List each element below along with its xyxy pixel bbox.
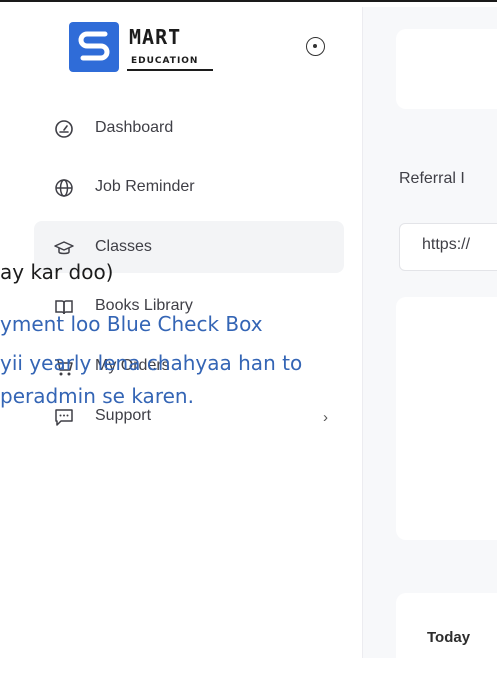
logo-mark	[69, 22, 119, 72]
chevron-right-icon: ›	[323, 409, 328, 426]
sidebar-item-label: Support	[95, 407, 152, 424]
overlay-note-line-2: yment loo Blue Check Box	[0, 312, 263, 336]
graduation-cap-icon	[54, 241, 74, 255]
sidebar-item-label: Classes	[95, 238, 152, 255]
brand-underline	[127, 69, 213, 71]
overlay-note-line-1: ay kar doo)	[0, 260, 114, 284]
brand-name: MART	[129, 25, 182, 49]
sidebar-item-label: Job Reminder	[95, 178, 195, 195]
referral-link-value: https://	[422, 236, 471, 253]
sidebar-item-job-reminder[interactable]: Job Reminder	[34, 161, 344, 213]
referral-link-field[interactable]: https://	[399, 223, 497, 271]
overlay-note-line-3: yii yearly lena chahyaa han to	[0, 351, 303, 375]
brand-tagline: EDUCATION	[131, 56, 199, 66]
sidebar-item-dashboard[interactable]: Dashboard	[34, 102, 344, 154]
sidebar-item-label: Dashboard	[95, 119, 174, 136]
content-card	[396, 297, 497, 540]
globe-icon	[55, 179, 73, 197]
gauge-icon	[55, 120, 73, 138]
chat-icon	[55, 409, 73, 426]
header-card	[396, 29, 497, 109]
today-heading: Today	[427, 629, 471, 646]
overlay-note-line-4: peradmin se karen.	[0, 384, 194, 408]
referral-label: Referral I	[399, 170, 465, 187]
sidebar-collapse-button[interactable]	[306, 37, 325, 56]
logo-s-icon	[78, 31, 110, 61]
dot-icon	[313, 44, 317, 48]
